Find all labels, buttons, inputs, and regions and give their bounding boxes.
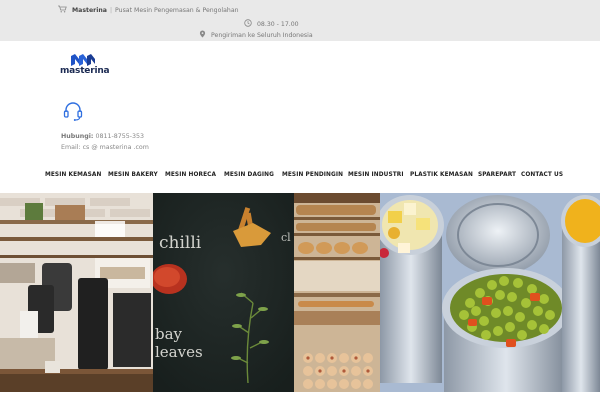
- phone-label: Hubungi:: [61, 133, 94, 140]
- nav-item-mesin-horeca[interactable]: MESIN HORECA: [165, 172, 216, 178]
- nav-item-mesin-pendingin[interactable]: MESIN PENDINGIN: [282, 172, 343, 178]
- chalk-word-bay: bay: [155, 325, 183, 343]
- topbar-hours-row: 08.30 - 17.00: [244, 19, 299, 29]
- hero-image-cans[interactable]: [380, 193, 600, 392]
- topbar-tagline: Pusat Mesin Pengemasan & Pengolahan: [115, 6, 239, 14]
- topbar-shipping: Pengiriman ke Seluruh Indonesia: [211, 31, 313, 39]
- site-logo[interactable]: masterina: [60, 54, 110, 78]
- topbar-brand-row: Masterina | Pusat Mesin Pengemasan & Pen…: [58, 4, 239, 16]
- contact-info: Hubungi: 0811-8755-353 Email: cs @ maste…: [61, 131, 149, 153]
- topbar-brand[interactable]: Masterina: [72, 7, 107, 14]
- hero-image-cafe[interactable]: [0, 193, 153, 392]
- top-bar: Masterina | Pusat Mesin Pengemasan & Pen…: [0, 0, 600, 41]
- hero-image-bakery[interactable]: [294, 193, 380, 392]
- headset-icon: [62, 100, 84, 122]
- location-pin-icon: [199, 30, 206, 40]
- topbar-shipping-row: Pengiriman ke Seluruh Indonesia: [199, 30, 313, 40]
- contact-email[interactable]: Email: cs @ masterina .com: [61, 142, 149, 153]
- page-bottom-strip: [0, 392, 600, 400]
- nav-item-mesin-industri[interactable]: MESIN INDUSTRI: [348, 172, 404, 178]
- clock-icon: [244, 19, 252, 29]
- topbar-hours: 08.30 - 17.00: [257, 20, 299, 28]
- nav-item-plastik-kemasan[interactable]: PLASTIK KEMASAN: [410, 172, 473, 178]
- nav-item-mesin-daging[interactable]: MESIN DAGING: [224, 172, 274, 178]
- hero-collage: chilli bay leaves cl: [0, 193, 600, 392]
- chalk-word-chilli: chilli: [159, 233, 202, 253]
- topbar-separator: |: [109, 6, 113, 14]
- nav-item-sparepart[interactable]: SPAREPART: [478, 172, 516, 178]
- hero-image-spices[interactable]: chilli bay leaves cl: [153, 193, 294, 392]
- phone-number[interactable]: 0811-8755-353: [95, 133, 144, 140]
- nav-item-mesin-kemasan[interactable]: MESIN KEMASAN: [45, 172, 101, 178]
- nav-item-mesin-bakery[interactable]: MESIN BAKERY: [108, 172, 158, 178]
- main-nav: MESIN KEMASAN MESIN BAKERY MESIN HORECA …: [0, 168, 600, 184]
- chalk-word-partial: cl: [281, 231, 291, 244]
- nav-item-contact-us[interactable]: CONTACT US: [521, 172, 563, 178]
- cart-icon: [58, 5, 67, 15]
- logo-text: masterina: [60, 66, 110, 76]
- chalk-word-leaves: leaves: [155, 343, 203, 361]
- logo-mark: [71, 54, 95, 66]
- contact-phone-line: Hubungi: 0811-8755-353: [61, 131, 149, 142]
